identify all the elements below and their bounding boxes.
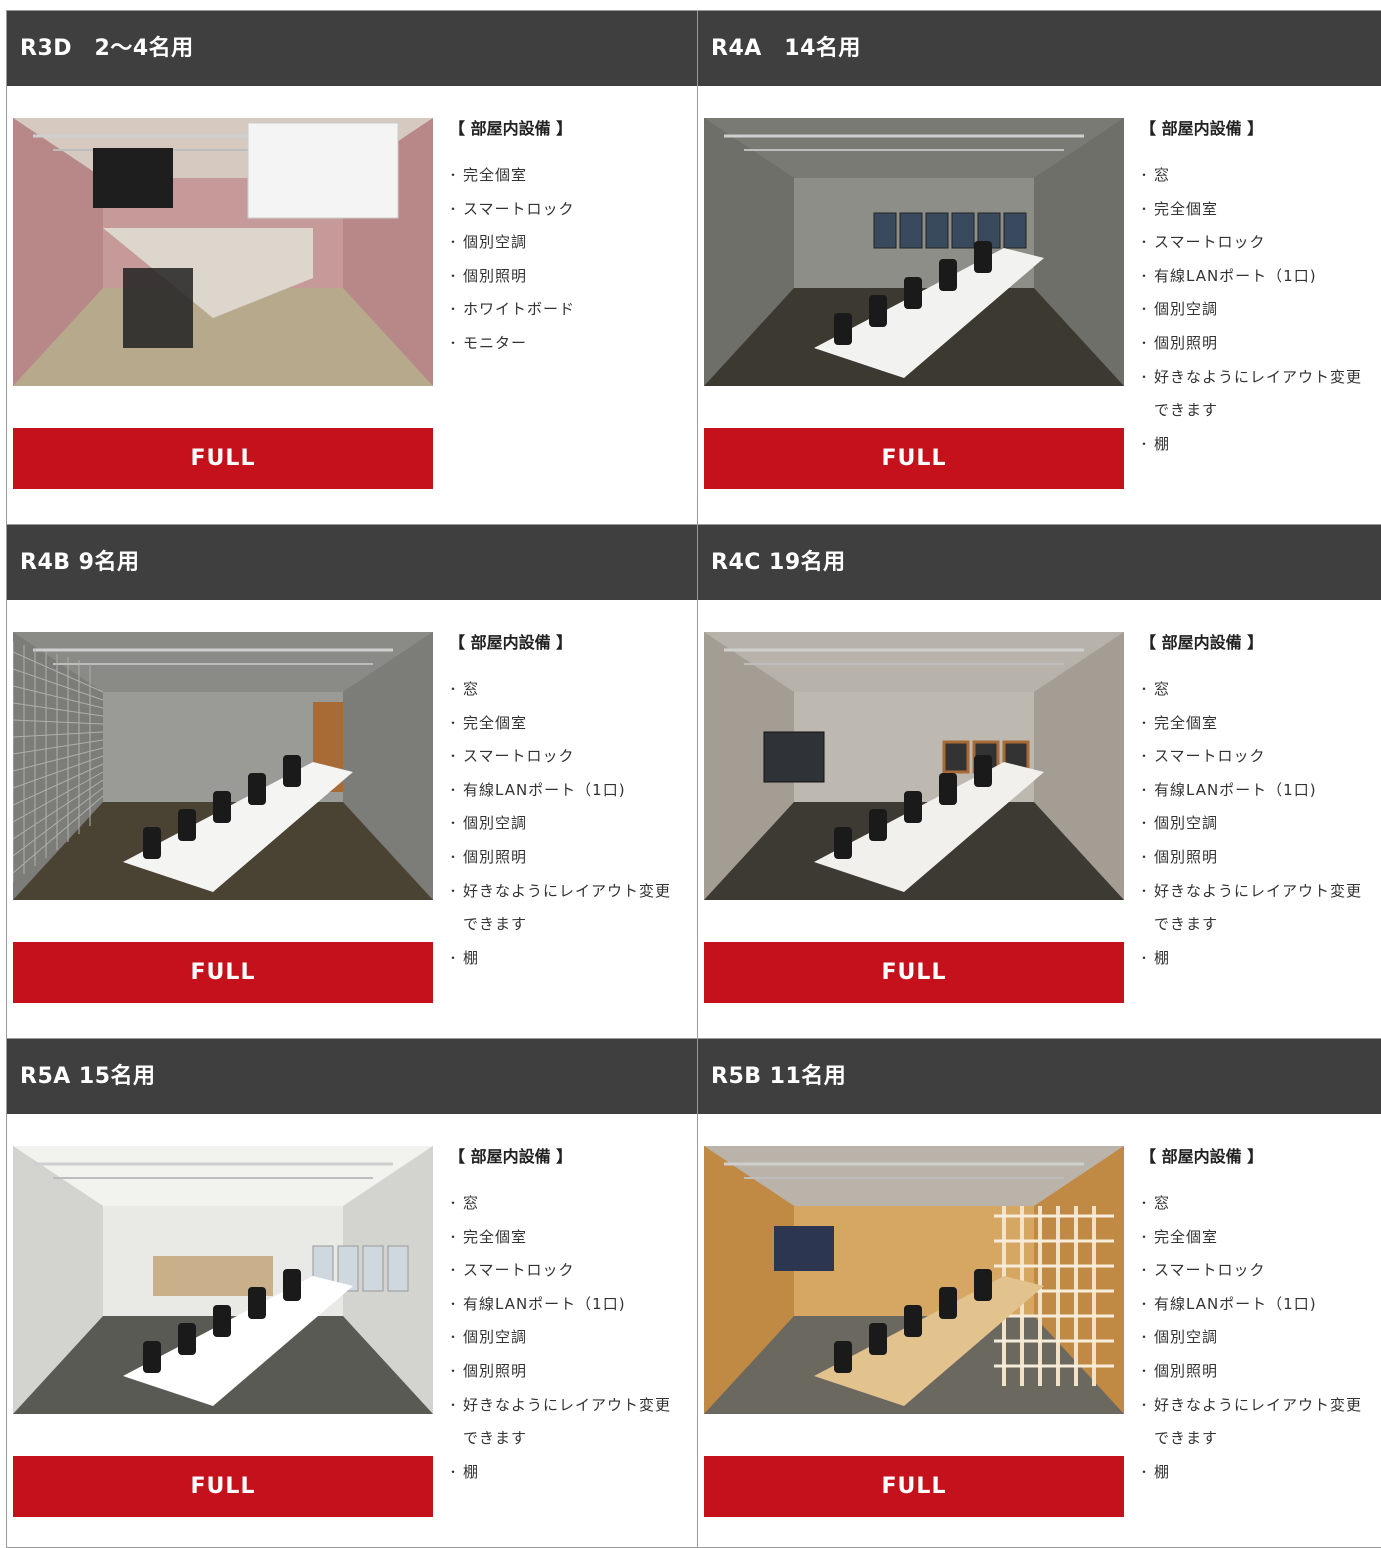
amenity-item: 有線LANポート（1口) — [447, 1288, 685, 1322]
amenity-item: スマートロック — [447, 740, 689, 774]
amenity-list: 窓完全個室スマートロック有線LANポート（1口)個別空調個別照明好きなようにレイ… — [1138, 159, 1380, 462]
amenity-item: 個別空調 — [447, 1321, 689, 1355]
amenities-section: 【 部屋内設備 】 窓完全個室スマートロック有線LANポート（1口)個別空調個別… — [447, 1145, 689, 1490]
room-title: R5A 15名用 — [7, 1039, 697, 1114]
amenity-item: 完全個室 — [1138, 193, 1380, 227]
room-photo — [704, 632, 1124, 900]
amenities-title: 【 部屋内設備 】 — [449, 633, 573, 652]
amenity-item: 個別照明 — [1138, 841, 1380, 875]
full-button[interactable]: FULL — [704, 942, 1124, 1003]
amenities-title: 【 部屋内設備 】 — [449, 1147, 573, 1166]
amenity-item: 棚 — [447, 942, 689, 976]
amenity-item: 完全個室 — [447, 1221, 689, 1255]
amenity-item: 個別照明 — [1138, 327, 1380, 361]
full-button[interactable]: FULL — [13, 942, 433, 1003]
amenity-item: 個別空調 — [1138, 1321, 1380, 1355]
room-photo — [13, 1146, 433, 1414]
amenity-item: スマートロック — [1138, 740, 1380, 774]
full-button[interactable]: FULL — [13, 428, 433, 489]
amenity-item: 個別照明 — [1138, 1355, 1380, 1389]
room-card-5: R5B 11名用 FULL 【 部屋内設備 】 窓完全個室スマートロック有線LA… — [697, 1038, 1381, 1548]
amenity-item: 完全個室 — [447, 159, 689, 193]
amenity-item: スマートロック — [447, 193, 689, 227]
amenities-section: 【 部屋内設備 】 窓完全個室スマートロック有線LANポート（1口)個別空調個別… — [1138, 117, 1380, 462]
amenity-item: 有線LANポート（1口) — [1138, 774, 1376, 808]
amenity-list: 完全個室スマートロック個別空調個別照明ホワイトボードモニター — [447, 159, 689, 361]
full-button[interactable]: FULL — [13, 1456, 433, 1517]
room-card-0: R3D 2〜4名用 FULL 【 部屋内設備 】 完全個室スマートロック個別空調… — [6, 10, 698, 525]
room-title: R3D 2〜4名用 — [7, 11, 697, 86]
amenity-item: 個別空調 — [447, 807, 689, 841]
amenity-list: 窓完全個室スマートロック有線LANポート（1口)個別空調個別照明好きなようにレイ… — [1138, 673, 1380, 976]
amenity-item: スマートロック — [1138, 226, 1380, 260]
amenities-section: 【 部屋内設備 】 完全個室スマートロック個別空調個別照明ホワイトボードモニター — [447, 117, 689, 361]
room-photo — [704, 1146, 1124, 1414]
amenity-item: 好きなようにレイアウト変更できます — [447, 1389, 685, 1456]
amenity-item: 個別空調 — [447, 226, 689, 260]
amenity-item: 有線LANポート（1口) — [1138, 1288, 1376, 1322]
amenity-item: ホワイトボード — [447, 293, 689, 327]
room-card-3: R4C 19名用 FULL 【 部屋内設備 】 窓完全個室スマートロック有線LA… — [697, 524, 1381, 1039]
amenity-item: 有線LANポート（1口) — [447, 774, 685, 808]
room-card-1: R4A 14名用 FULL 【 部屋内設備 】 窓完全個室スマートロック有線LA… — [697, 10, 1381, 525]
amenity-item: モニター — [447, 327, 689, 361]
amenity-list: 窓完全個室スマートロック有線LANポート（1口)個別空調個別照明好きなようにレイ… — [447, 1187, 689, 1490]
amenity-item: 完全個室 — [1138, 707, 1380, 741]
amenity-item: 好きなようにレイアウト変更できます — [447, 875, 685, 942]
amenity-item: 好きなようにレイアウト変更できます — [1138, 1389, 1376, 1456]
amenity-list: 窓完全個室スマートロック有線LANポート（1口)個別空調個別照明好きなようにレイ… — [1138, 1187, 1380, 1490]
amenity-item: 好きなようにレイアウト変更できます — [1138, 361, 1376, 428]
amenity-item: 棚 — [447, 1456, 689, 1490]
amenity-item: 個別照明 — [447, 260, 689, 294]
amenity-item: 個別空調 — [1138, 293, 1380, 327]
room-photo — [704, 118, 1124, 386]
room-card-2: R4B 9名用 FULL 【 部屋内設備 】 窓完全個室スマートロック有線LAN… — [6, 524, 698, 1039]
amenity-item: スマートロック — [1138, 1254, 1380, 1288]
amenities-section: 【 部屋内設備 】 窓完全個室スマートロック有線LANポート（1口)個別空調個別… — [1138, 631, 1380, 976]
amenity-item: 個別照明 — [447, 841, 689, 875]
amenity-item: 窓 — [1138, 673, 1380, 707]
amenity-list: 窓完全個室スマートロック有線LANポート（1口)個別空調個別照明好きなようにレイ… — [447, 673, 689, 976]
amenities-section: 【 部屋内設備 】 窓完全個室スマートロック有線LANポート（1口)個別空調個別… — [1138, 1145, 1380, 1490]
room-photo — [13, 632, 433, 900]
room-title: R4C 19名用 — [698, 525, 1381, 600]
amenity-item: 棚 — [1138, 1456, 1380, 1490]
room-card-4: R5A 15名用 FULL 【 部屋内設備 】 窓完全個室スマートロック有線LA… — [6, 1038, 698, 1548]
amenities-title: 【 部屋内設備 】 — [1140, 1147, 1264, 1166]
amenity-item: 個別照明 — [447, 1355, 689, 1389]
amenities-section: 【 部屋内設備 】 窓完全個室スマートロック有線LANポート（1口)個別空調個別… — [447, 631, 689, 976]
amenities-title: 【 部屋内設備 】 — [1140, 119, 1264, 138]
amenity-item: 窓 — [447, 673, 689, 707]
amenity-item: 窓 — [447, 1187, 689, 1221]
amenity-item: 好きなようにレイアウト変更できます — [1138, 875, 1376, 942]
full-button[interactable]: FULL — [704, 1456, 1124, 1517]
amenity-item: 窓 — [1138, 1187, 1380, 1221]
room-title: R4B 9名用 — [7, 525, 697, 600]
amenity-item: 棚 — [1138, 942, 1380, 976]
amenity-item: 個別空調 — [1138, 807, 1380, 841]
amenity-item: 完全個室 — [447, 707, 689, 741]
room-title: R5B 11名用 — [698, 1039, 1381, 1114]
room-title: R4A 14名用 — [698, 11, 1381, 86]
amenity-item: スマートロック — [447, 1254, 689, 1288]
amenities-title: 【 部屋内設備 】 — [449, 119, 573, 138]
amenity-item: 窓 — [1138, 159, 1380, 193]
amenity-item: 完全個室 — [1138, 1221, 1380, 1255]
full-button[interactable]: FULL — [704, 428, 1124, 489]
room-photo — [13, 118, 433, 386]
amenity-item: 棚 — [1138, 428, 1380, 462]
amenities-title: 【 部屋内設備 】 — [1140, 633, 1264, 652]
amenity-item: 有線LANポート（1口) — [1138, 260, 1376, 294]
